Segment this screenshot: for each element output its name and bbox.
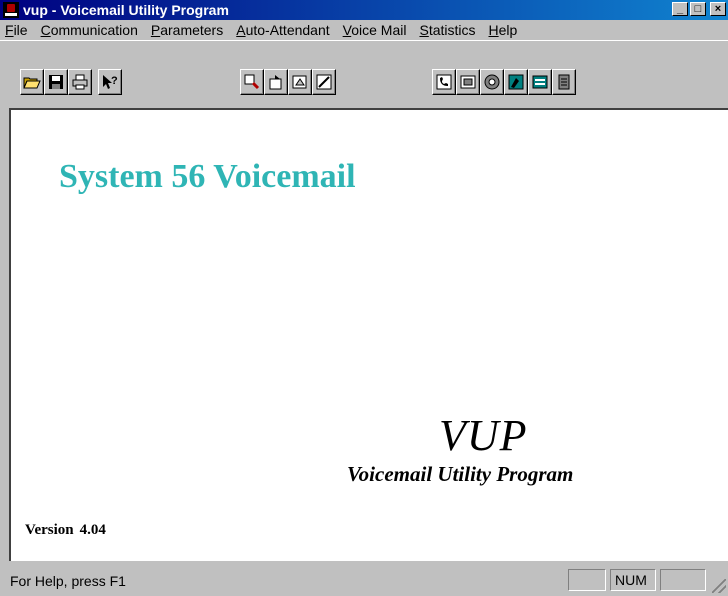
- open-folder-icon: [23, 77, 41, 89]
- title-bar: vup - Voicemail Utility Program _ □ ×: [0, 0, 728, 20]
- context-help-button[interactable]: ?: [98, 69, 122, 95]
- close-button[interactable]: ×: [710, 2, 726, 16]
- save-disk-icon: [49, 75, 63, 89]
- toolbar: ?: [0, 40, 728, 106]
- toolbar-group-voicemail: [432, 69, 576, 95]
- menu-file[interactable]: File: [0, 22, 36, 38]
- logo-title: VUP: [439, 411, 528, 460]
- menu-parameters[interactable]: Parameters: [146, 22, 231, 38]
- status-bar: For Help, press F1 NUM: [0, 565, 728, 596]
- app-icon[interactable]: [3, 2, 19, 18]
- headline: System 56 Voicemail: [59, 158, 356, 195]
- minimize-button[interactable]: _: [672, 2, 688, 16]
- toolbar-group-edit: [240, 69, 336, 95]
- status-pane-caps: [568, 569, 606, 591]
- export-button[interactable]: [264, 69, 288, 95]
- document-view: System 56 Voicemail VUP Voicemail Utilit…: [9, 108, 728, 561]
- menu-bar: File Communication Parameters Auto-Atten…: [0, 20, 728, 40]
- dial-button[interactable]: [480, 69, 504, 95]
- cabinet-icon: [558, 74, 570, 90]
- version-info: Version 4.04: [25, 522, 106, 539]
- print-icon: [72, 74, 88, 90]
- edit-button[interactable]: [312, 69, 336, 95]
- toolbar-group-file: ?: [20, 69, 122, 95]
- version-number: 4.04: [79, 522, 106, 538]
- context-help-icon: ?: [103, 75, 118, 89]
- maximize-button[interactable]: □: [690, 2, 706, 16]
- dial-icon: [484, 74, 500, 90]
- window-controls: _ □ ×: [672, 2, 728, 16]
- version-label: Version: [25, 522, 74, 538]
- menu-help[interactable]: Help: [484, 22, 526, 38]
- logo-subtitle: Voicemail Utility Program: [347, 462, 574, 486]
- status-pane-scroll: [660, 569, 706, 591]
- voice-button[interactable]: [504, 69, 528, 95]
- export-icon: [269, 75, 282, 90]
- menu-statistics[interactable]: Statistics: [414, 22, 483, 38]
- print-button[interactable]: [68, 69, 92, 95]
- cabinet-button[interactable]: [552, 69, 576, 95]
- terminal-icon: [460, 75, 476, 89]
- menu-voice-mail[interactable]: Voice Mail: [338, 22, 415, 38]
- svg-text:?: ?: [111, 75, 118, 87]
- erase-button[interactable]: [288, 69, 312, 95]
- list-icon: [532, 75, 548, 89]
- zoom-icon: [244, 74, 260, 90]
- phone-button[interactable]: [432, 69, 456, 95]
- voice-icon: [508, 74, 524, 90]
- resize-grip[interactable]: [712, 579, 726, 593]
- menu-auto-attendant[interactable]: Auto-Attendant: [231, 22, 337, 38]
- list-button[interactable]: [528, 69, 552, 95]
- open-button[interactable]: [20, 69, 44, 95]
- erase-icon: [292, 75, 307, 89]
- save-button[interactable]: [44, 69, 68, 95]
- phone-icon: [436, 74, 452, 90]
- edit-pencil-icon: [316, 74, 332, 90]
- window-title: vup - Voicemail Utility Program: [23, 2, 229, 18]
- status-pane-num: NUM: [610, 569, 656, 591]
- num-indicator: NUM: [615, 572, 647, 588]
- status-help-text: For Help, press F1: [10, 572, 126, 589]
- terminal-button[interactable]: [456, 69, 480, 95]
- zoom-button[interactable]: [240, 69, 264, 95]
- menu-communication[interactable]: Communication: [36, 22, 146, 38]
